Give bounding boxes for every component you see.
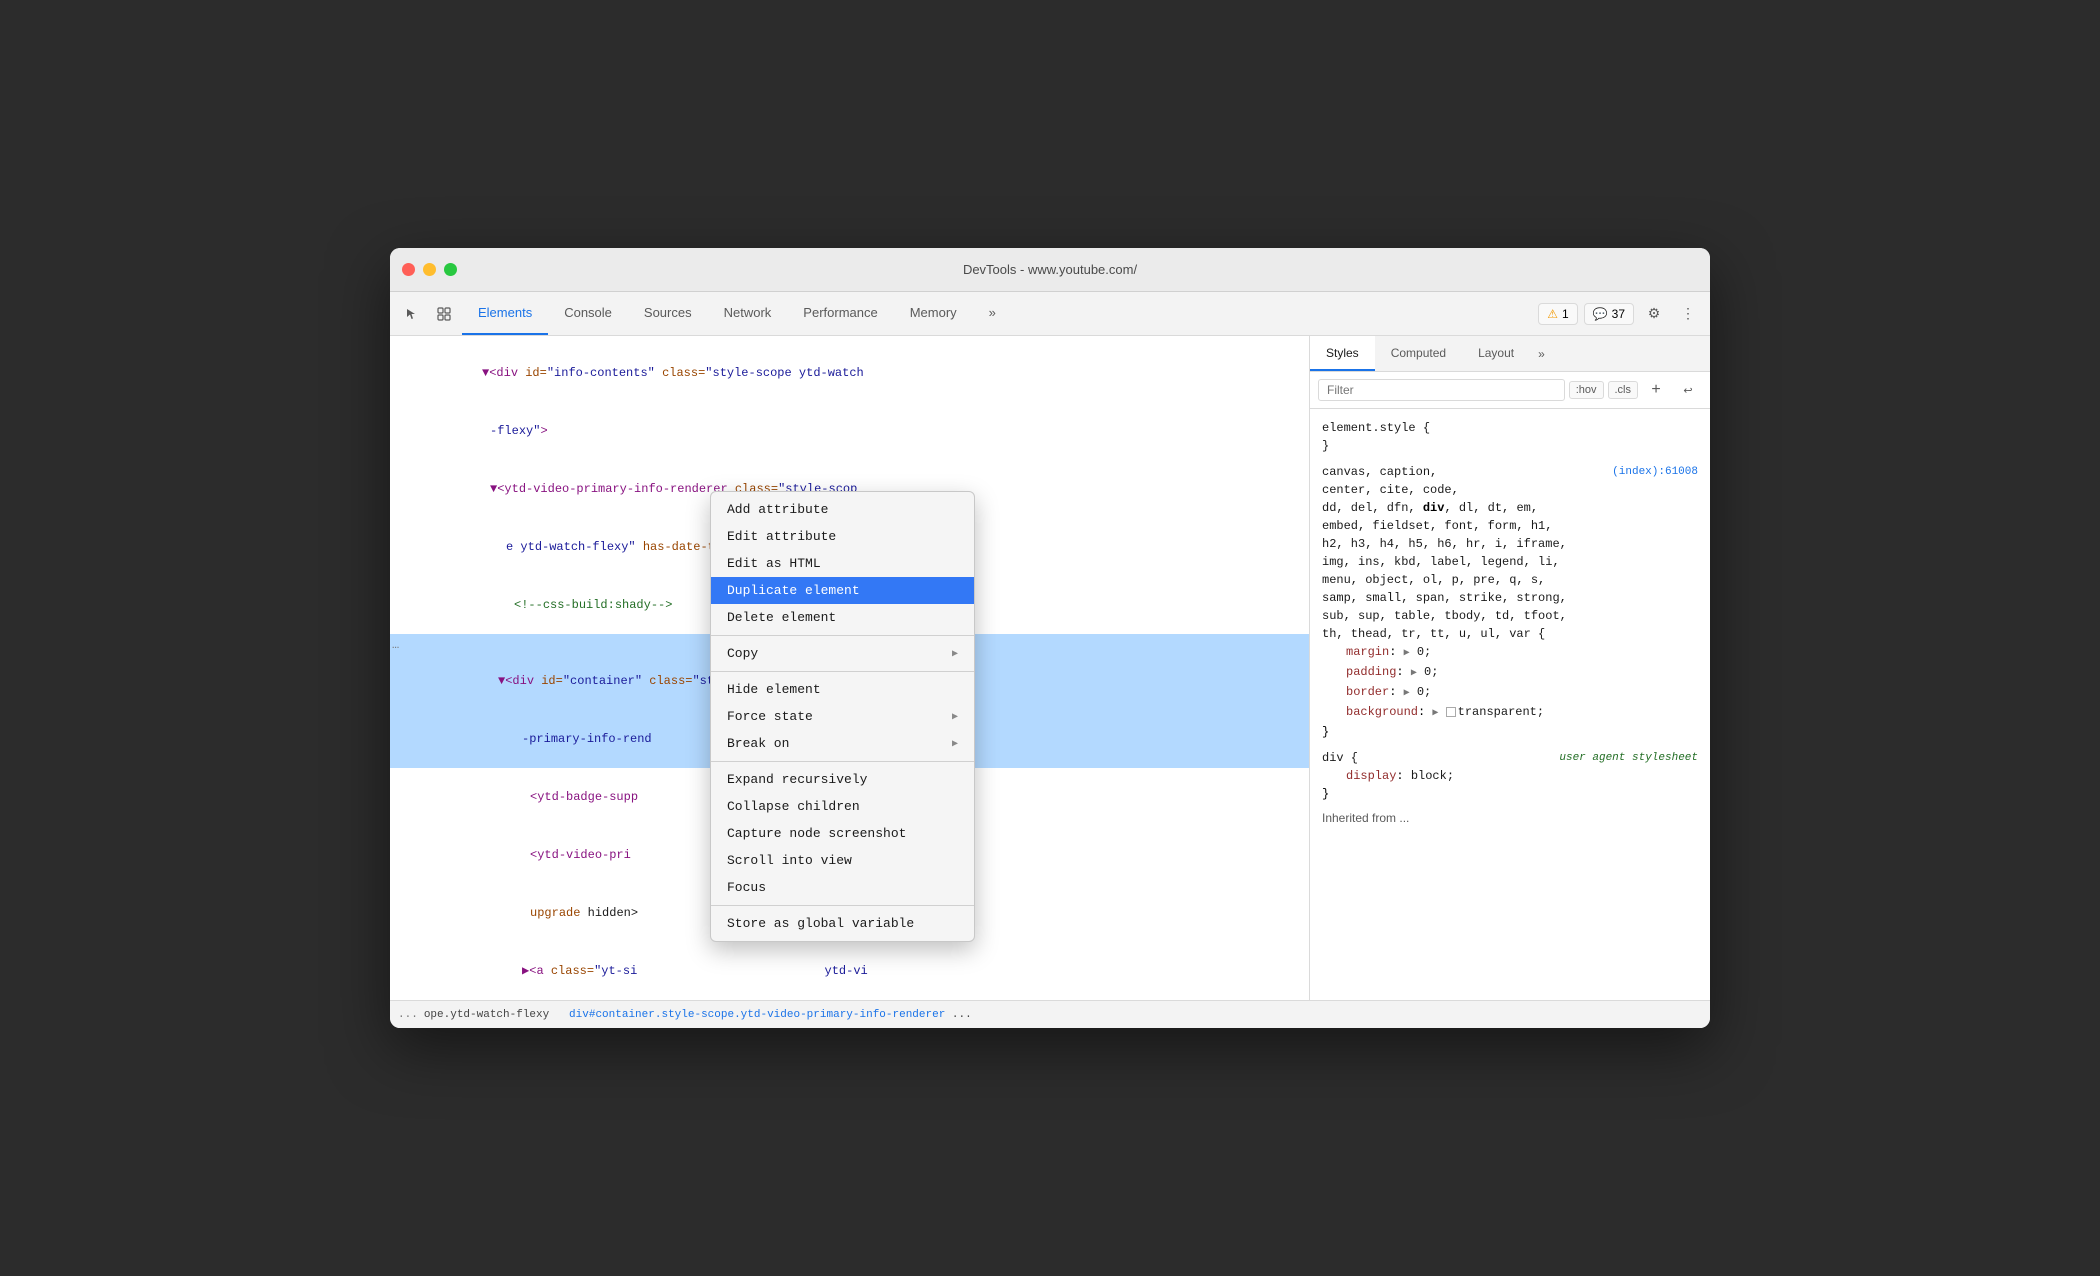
context-menu-copy[interactable]: Copy ▶ <box>711 640 974 667</box>
context-menu-break-on[interactable]: Break on ▶ <box>711 730 974 757</box>
tab-more-styles[interactable]: » <box>1530 336 1553 371</box>
dom-line: ▼<div id="info-contents" class="style-sc… <box>390 344 1309 402</box>
context-menu-expand-recursively[interactable]: Expand recursively <box>711 766 974 793</box>
status-ellipsis: ... <box>398 1009 418 1021</box>
context-menu-focus[interactable]: Focus <box>711 874 974 901</box>
breadcrumb-path[interactable]: div#container.style-scope.ytd-video-prim… <box>569 1009 945 1021</box>
submenu-arrow-icon: ▶ <box>952 711 958 723</box>
context-menu-hide-element[interactable]: Hide element <box>711 676 974 703</box>
tab-console[interactable]: Console <box>548 292 628 335</box>
tab-more[interactable]: » <box>973 292 1012 335</box>
add-style-button[interactable]: + <box>1642 376 1670 404</box>
style-rule-canvas: canvas, caption, (index):61008 center, c… <box>1310 459 1710 745</box>
breadcrumb-start[interactable]: ope.ytd-watch-flexy <box>424 1009 549 1021</box>
color-swatch <box>1446 707 1456 717</box>
more-options-button[interactable]: ⋮ <box>1674 300 1702 328</box>
dom-line: ▶<a class="yt-si ytd-vi <box>390 942 1309 1000</box>
styles-panel: Styles Computed Layout » :hov .cls + ↩ <box>1310 336 1710 1000</box>
context-menu-scroll-into-view[interactable]: Scroll into view <box>711 847 974 874</box>
separator <box>711 905 974 906</box>
tab-styles[interactable]: Styles <box>1310 336 1375 371</box>
info-icon: 💬 <box>1593 307 1608 321</box>
titlebar: DevTools - www.youtube.com/ <box>390 248 1710 292</box>
minimize-button[interactable] <box>423 263 436 276</box>
warnings-button[interactable]: ⚠ 1 <box>1538 303 1577 325</box>
status-end-ellipsis: ... <box>952 1009 972 1021</box>
context-menu-capture-screenshot[interactable]: Capture node screenshot <box>711 820 974 847</box>
window-title: DevTools - www.youtube.com/ <box>963 262 1137 277</box>
tab-performance[interactable]: Performance <box>787 292 893 335</box>
cls-button[interactable]: .cls <box>1608 381 1639 399</box>
status-bar: ... ope.ytd-watch-flexy div#container.st… <box>390 1000 1710 1028</box>
errors-button[interactable]: 💬 37 <box>1584 303 1634 325</box>
dom-line: -flexy"> <box>390 402 1309 460</box>
info-count: 37 <box>1612 307 1625 321</box>
separator <box>711 635 974 636</box>
main-content: ▼<div id="info-contents" class="style-sc… <box>390 336 1710 1000</box>
settings-button[interactable]: ⚙ <box>1640 300 1668 328</box>
tab-computed[interactable]: Computed <box>1375 336 1462 371</box>
breadcrumb-separator <box>549 1009 569 1021</box>
toolbar: Elements Console Sources Network Perform… <box>390 292 1710 336</box>
close-button[interactable] <box>402 263 415 276</box>
separator <box>711 761 974 762</box>
context-menu-delete-element[interactable]: Delete element <box>711 604 974 631</box>
style-panel-more[interactable]: ↩ <box>1674 376 1702 404</box>
toolbar-right: ⚠ 1 💬 37 ⚙ ⋮ <box>1538 300 1702 328</box>
warning-count: 1 <box>1562 307 1569 321</box>
styles-toolbar: :hov .cls + ↩ <box>1310 372 1710 409</box>
tab-elements[interactable]: Elements <box>462 292 548 335</box>
tab-memory[interactable]: Memory <box>894 292 973 335</box>
tab-list: Elements Console Sources Network Perform… <box>462 292 1534 335</box>
tab-sources[interactable]: Sources <box>628 292 708 335</box>
context-menu-collapse-children[interactable]: Collapse children <box>711 793 974 820</box>
tab-network[interactable]: Network <box>708 292 788 335</box>
styles-tab-list: Styles Computed Layout » <box>1310 336 1710 372</box>
separator <box>711 671 974 672</box>
breadcrumb-end <box>945 1009 952 1021</box>
devtools-window: DevTools - www.youtube.com/ Elements Con… <box>390 248 1710 1028</box>
hov-button[interactable]: :hov <box>1569 381 1604 399</box>
context-menu-duplicate-element[interactable]: Duplicate element <box>711 577 974 604</box>
context-menu-force-state[interactable]: Force state ▶ <box>711 703 974 730</box>
submenu-arrow-icon: ▶ <box>952 648 958 660</box>
traffic-lights <box>402 263 457 276</box>
filter-input[interactable] <box>1318 379 1565 401</box>
tab-layout[interactable]: Layout <box>1462 336 1530 371</box>
inherited-label: Inherited from ... <box>1310 807 1710 829</box>
context-menu-add-attribute[interactable]: Add attribute <box>711 496 974 523</box>
context-menu-store-global[interactable]: Store as global variable <box>711 910 974 937</box>
styles-content[interactable]: element.style { } canvas, caption, (inde… <box>1310 409 1710 1000</box>
context-menu: Add attribute Edit attribute Edit as HTM… <box>710 491 975 942</box>
maximize-button[interactable] <box>444 263 457 276</box>
style-rule-element: element.style { } <box>1310 415 1710 459</box>
inspect-element-button[interactable] <box>430 300 458 328</box>
context-menu-edit-attribute[interactable]: Edit attribute <box>711 523 974 550</box>
context-menu-edit-html[interactable]: Edit as HTML <box>711 550 974 577</box>
dom-panel[interactable]: ▼<div id="info-contents" class="style-sc… <box>390 336 1310 1000</box>
warning-icon: ⚠ <box>1547 307 1558 321</box>
cursor-tool-button[interactable] <box>398 300 426 328</box>
style-rule-div: div { user agent stylesheet display: blo… <box>1310 745 1710 807</box>
submenu-arrow-icon: ▶ <box>952 738 958 750</box>
